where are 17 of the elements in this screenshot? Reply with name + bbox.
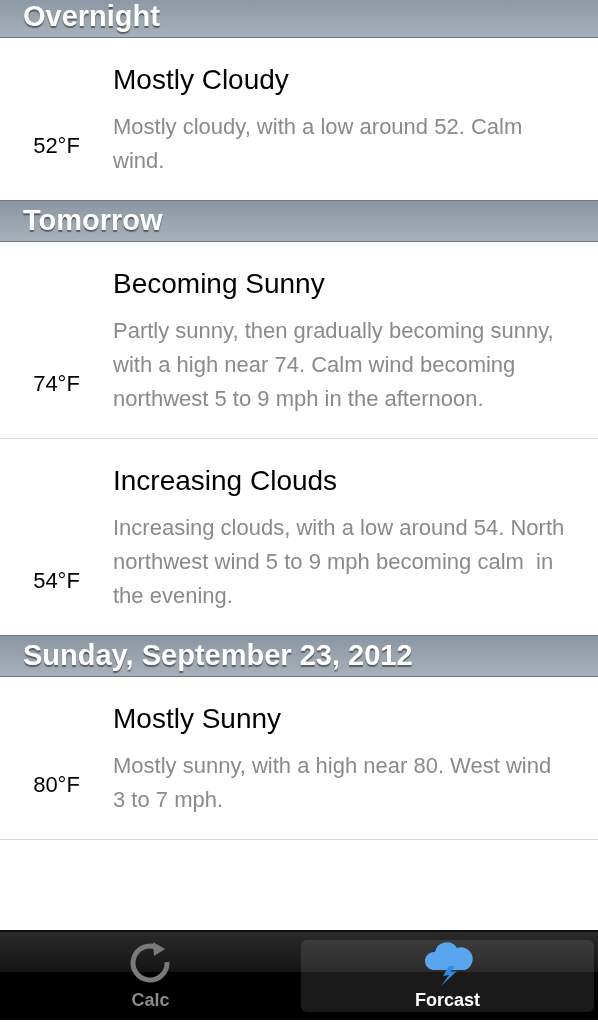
forecast-description: Mostly cloudy, with a low around 52. Calm wind. [113, 113, 524, 175]
temperature: 74°F [33, 370, 80, 398]
forecast-title: Increasing Clouds [113, 464, 339, 498]
temperature: 52°F [33, 132, 80, 160]
forecast-description: Partly sunny, then gradually becoming sunny, with a high near 74. Calm wind becoming northwest 5 to 9 mph in the afternoon. [113, 317, 555, 413]
section-title: Sunday, September 23, 2012 [23, 638, 413, 674]
section-title: Tomorrow [23, 203, 163, 239]
tab[interactable]: Calc [4, 940, 297, 1012]
section-title: Overnight [23, 0, 160, 35]
forecast-title: Mostly Sunny [113, 702, 283, 736]
forecast-description: Increasing clouds, with a low around 54. North northwest wind 5 to 9 mph becoming calm in the evening. [113, 514, 566, 610]
forecast-description: Mostly sunny, with a high near 80. West wind 3 to 7 mph. [113, 752, 553, 814]
tab[interactable]: Forcast [301, 940, 594, 1012]
forecast-title: Mostly Cloudy [113, 63, 290, 97]
temperature: 80°F [33, 771, 80, 799]
temperature: 54°F [33, 567, 80, 595]
forecast-title: Becoming Sunny [113, 267, 326, 301]
